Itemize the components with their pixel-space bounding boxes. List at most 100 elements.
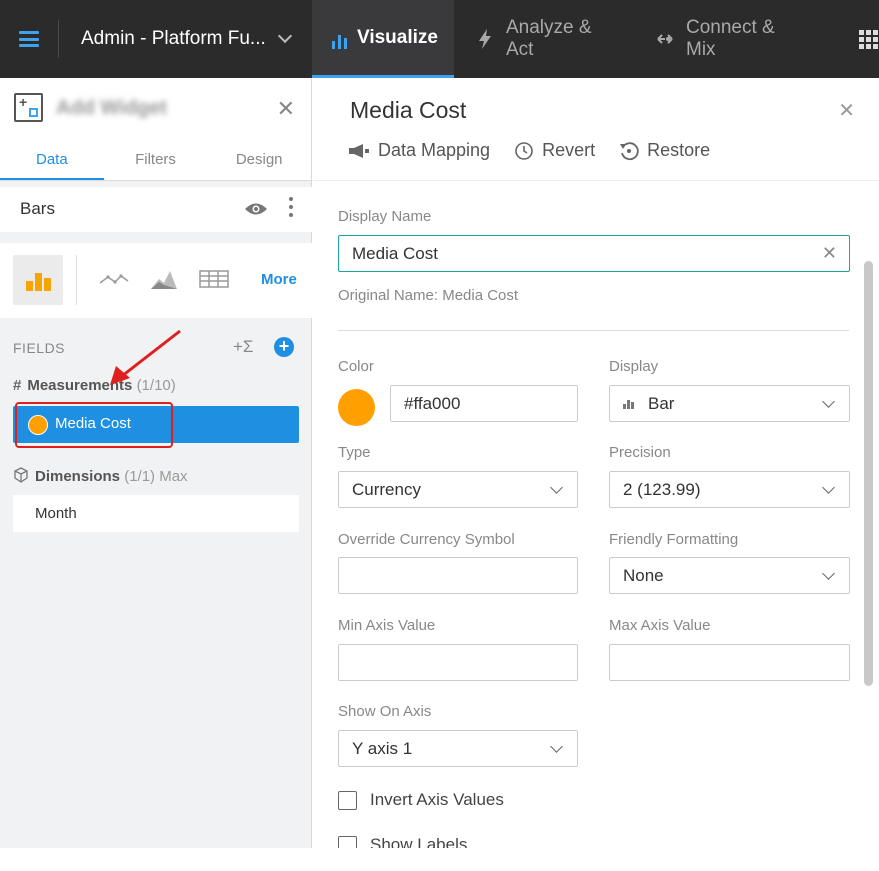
tab-filters[interactable]: Filters <box>104 140 208 180</box>
dimensions-count: (1/1) <box>124 468 156 485</box>
dimension-field-item[interactable]: Month <box>13 495 299 532</box>
tab-visualize-label: Visualize <box>357 26 438 48</box>
max-axis-label: Max Axis Value <box>609 617 711 634</box>
revert-button[interactable]: Revert <box>514 140 595 161</box>
color-label: Color <box>338 358 374 375</box>
display-type-value: Bar <box>648 394 675 413</box>
data-mapping-label: Data Mapping <box>378 140 491 160</box>
fields-label: FIELDS <box>13 340 66 356</box>
min-axis-label: Min Axis Value <box>338 617 436 634</box>
editor-tabs: Data Filters Design <box>0 140 311 180</box>
add-calculated-field-icon[interactable]: +Σ <box>233 337 253 357</box>
dimensions-header: Dimensions (1/1) Max <box>13 467 188 485</box>
megaphone-icon <box>349 143 369 158</box>
invert-axis-label: Invert Axis Values <box>370 790 504 809</box>
widget-editor-panel: + Add Widget ✕ Data Filters Design Bars <box>0 78 312 848</box>
area-chart-type-icon[interactable] <box>150 267 178 291</box>
top-navigation-bar: Admin - Platform Fu... Visualize Analyze… <box>0 0 879 78</box>
history-icon <box>515 141 533 160</box>
hamburger-menu-icon[interactable] <box>0 0 58 78</box>
type-value: Currency <box>352 480 421 499</box>
field-settings-toolbar: Data Mapping Revert Restore <box>348 140 710 161</box>
friendly-formatting-label: Friendly Formatting <box>609 531 739 548</box>
chart-name[interactable]: Bars <box>20 199 55 219</box>
cube-icon <box>14 467 28 483</box>
tab-visualize[interactable]: Visualize <box>312 0 454 78</box>
display-type-label: Display <box>609 358 659 375</box>
invert-axis-checkbox[interactable] <box>338 791 357 810</box>
bar-chart-icon <box>332 27 347 49</box>
tab-analyze-act[interactable]: Analyze & Act <box>454 0 634 78</box>
revert-label: Revert <box>542 140 596 160</box>
chevron-down-icon <box>550 740 563 753</box>
tab-design[interactable]: Design <box>207 140 311 180</box>
color-hex-input[interactable]: #ffa000 <box>390 385 578 422</box>
field-settings-title: Media Cost <box>350 97 467 123</box>
friendly-formatting-value: None <box>623 566 664 585</box>
override-currency-label: Override Currency Symbol <box>338 531 515 548</box>
precision-select[interactable]: 2 (123.99) <box>609 471 850 508</box>
line-chart-type-icon[interactable] <box>99 267 129 291</box>
hash-icon: # <box>13 377 22 394</box>
form-divider <box>338 330 849 331</box>
dashboard-selector[interactable]: Admin - Platform Fu... <box>59 0 312 78</box>
annotation-highlight-box <box>15 402 173 448</box>
dimensions-label: Dimensions <box>35 468 121 485</box>
annotation-arrow-icon <box>110 329 181 385</box>
color-hex-value: #ffa000 <box>404 394 461 413</box>
show-on-axis-select[interactable]: Y axis 1 <box>338 730 578 767</box>
min-axis-input[interactable] <box>338 644 578 681</box>
chevron-down-icon <box>550 481 563 494</box>
scrollbar[interactable] <box>864 261 873 686</box>
clear-icon[interactable]: ✕ <box>822 236 837 271</box>
type-select[interactable]: Currency <box>338 471 578 508</box>
chevron-down-icon <box>277 28 293 44</box>
bar-chart-icon <box>623 400 634 410</box>
restore-button[interactable]: Restore <box>619 140 710 161</box>
show-labels-checkbox[interactable] <box>338 836 357 848</box>
field-settings-panel: Media Cost ✕ Data Mapping Revert Restore… <box>313 78 879 848</box>
apps-grid-icon[interactable] <box>859 30 879 49</box>
lightning-icon <box>474 28 496 50</box>
data-mapping-button[interactable]: Data Mapping <box>348 140 490 161</box>
widget-editor-header: + Add Widget ✕ Data Filters Design <box>0 78 311 181</box>
bar-chart-type-icon[interactable] <box>13 255 63 305</box>
restore-icon <box>620 141 639 160</box>
dashboard-title: Admin - Platform Fu... <box>81 28 266 49</box>
more-options-icon[interactable] <box>289 197 293 217</box>
close-icon[interactable]: ✕ <box>838 98 855 123</box>
color-swatch[interactable] <box>338 389 375 426</box>
close-icon[interactable]: ✕ <box>277 96 295 122</box>
override-currency-input[interactable] <box>338 557 578 594</box>
add-field-icon[interactable]: + <box>274 337 294 357</box>
display-name-input[interactable]: Media Cost ✕ <box>338 235 850 272</box>
connect-icon <box>654 28 676 50</box>
tab-connect-mix[interactable]: Connect & Mix <box>634 0 824 78</box>
type-divider <box>76 255 77 305</box>
chevron-down-icon <box>822 395 835 408</box>
tab-data[interactable]: Data <box>0 140 104 180</box>
display-name-label: Display Name <box>338 208 432 225</box>
chevron-down-icon <box>822 567 835 580</box>
field-settings-form: Display Name Media Cost ✕ Original Name:… <box>338 182 862 848</box>
more-chart-types-link[interactable]: More <box>261 271 297 288</box>
friendly-formatting-select[interactable]: None <box>609 557 850 594</box>
tab-analyze-label: Analyze & Act <box>506 17 592 60</box>
table-chart-type-icon[interactable] <box>199 267 229 291</box>
max-axis-input[interactable] <box>609 644 850 681</box>
chevron-down-icon <box>822 481 835 494</box>
add-widget-icon: + <box>14 93 43 122</box>
display-name-value: Media Cost <box>352 244 438 263</box>
precision-label: Precision <box>609 444 671 461</box>
display-type-select[interactable]: Bar <box>609 385 850 422</box>
tab-connect-label: Connect & Mix <box>686 17 775 60</box>
show-on-axis-value: Y axis 1 <box>352 739 413 758</box>
dimension-field-name: Month <box>35 505 77 522</box>
chart-name-row: Bars <box>0 187 312 232</box>
eye-icon[interactable] <box>244 202 268 216</box>
original-name-text: Original Name: Media Cost <box>338 287 519 304</box>
restore-label: Restore <box>647 140 711 160</box>
toolbar-divider <box>313 180 879 181</box>
precision-value: 2 (123.99) <box>623 480 701 499</box>
type-label: Type <box>338 444 371 461</box>
